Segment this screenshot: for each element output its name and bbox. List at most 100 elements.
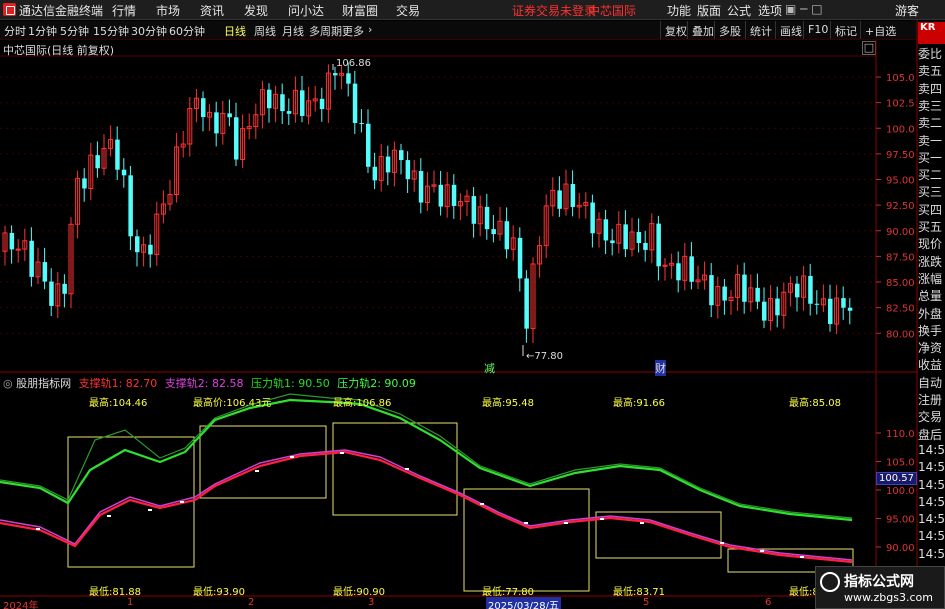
- price-tick-label: 102.5: [886, 99, 915, 110]
- indicator-tick-label: 105.0: [886, 458, 915, 469]
- sidebar-item: 14:56: [918, 477, 945, 492]
- candle-down: [709, 275, 714, 306]
- sidebar-item[interactable]: 自动: [918, 374, 945, 391]
- indicator-tick-label: 110.0: [886, 429, 915, 440]
- watermark-logo-icon: [820, 572, 840, 592]
- candle-down: [280, 94, 285, 112]
- signal-dot: [564, 522, 568, 524]
- price-tick-label: 100.0: [886, 124, 915, 135]
- candle-down: [689, 256, 694, 282]
- price-tick-label: 80.00: [886, 329, 915, 340]
- signal-dot: [800, 556, 804, 558]
- support-line-2-label: 支撑轨2: 82.58: [164, 377, 244, 390]
- signal-dot: [760, 550, 764, 552]
- candle-up: [15, 248, 21, 251]
- candle-down: [847, 307, 853, 311]
- watermark-title: 指标公式网: [844, 574, 914, 590]
- candle-down: [722, 286, 727, 301]
- date-label: 2: [248, 597, 255, 608]
- candle-down: [484, 206, 490, 230]
- candle-down: [517, 237, 523, 279]
- price-tick-label: 90.00: [886, 227, 915, 238]
- indicator-price-tag: 100.57: [876, 472, 917, 485]
- financial-report-mark[interactable]: 财: [655, 360, 666, 376]
- sidebar-item: 总量: [918, 289, 943, 304]
- candle-down: [795, 283, 800, 298]
- signal-dot: [180, 501, 184, 503]
- candle-down: [95, 155, 100, 169]
- sidebar-item[interactable]: 交易: [918, 408, 945, 425]
- signal-dot: [480, 503, 484, 505]
- box-high-label: 最高:85.08: [789, 398, 841, 409]
- signal-dot: [255, 470, 259, 472]
- candle-down: [762, 301, 767, 321]
- sidebar-item: 涨幅: [918, 271, 943, 286]
- indicator-name[interactable]: 股朋指标网: [16, 377, 71, 390]
- candle-down: [286, 111, 292, 114]
- sidebar-item: 卖一: [918, 133, 943, 148]
- sidebar-item: 14:56: [918, 529, 945, 544]
- candle-down: [333, 73, 338, 76]
- candle-down: [9, 232, 15, 250]
- indicator-tick-label: 90.00: [886, 543, 915, 554]
- signal-dot: [340, 452, 344, 454]
- candlestick-chart[interactable]: 105.0 102.5 100.0 97.50 95.00 92.50 90.00 87.50…: [0, 0, 945, 609]
- box-high-label: 最高:106.86: [333, 398, 392, 409]
- sidebar-item: 现价: [918, 237, 943, 252]
- date-cursor-label: 2025/03/28/五: [486, 597, 562, 609]
- candle-down: [775, 298, 780, 316]
- watermark: 指标公式网 www.zbgs3.com: [815, 566, 945, 609]
- candle-down: [808, 275, 813, 304]
- candle-down: [643, 243, 648, 250]
- pressure-line-1-label: 压力轨1: 90.50: [251, 377, 330, 390]
- support-line-1: [0, 450, 853, 564]
- candle-down: [676, 263, 681, 281]
- candle-down: [418, 171, 424, 203]
- sidebar-item: 14:56: [918, 494, 945, 509]
- candle-down: [557, 190, 562, 209]
- candle-down: [201, 98, 206, 118]
- candle-down: [49, 281, 54, 306]
- sidebar-item: 卖二: [918, 116, 943, 131]
- box-high-label: 最高:104.46: [89, 398, 148, 409]
- sidebar-item: 买二: [918, 168, 943, 183]
- sidebar-top-badge[interactable]: KR: [918, 22, 945, 44]
- candle-down: [372, 166, 378, 181]
- box-low-label: 最低:81.88: [89, 587, 141, 598]
- date-label: 3: [368, 597, 375, 608]
- candle-down: [491, 229, 496, 235]
- candle-down: [656, 223, 661, 267]
- box-low-label: 最低:93.90: [193, 587, 245, 598]
- candle-down: [814, 303, 820, 305]
- low-annotation: ←77.80: [526, 351, 564, 362]
- main-price-axis: 105.0 102.5 100.0 97.50 95.00 92.50 90.00 87.50…: [876, 73, 915, 340]
- candle-down: [82, 178, 87, 189]
- sidebar-item[interactable]: 注册: [918, 391, 945, 408]
- candle-down: [828, 298, 833, 325]
- signal-dot: [36, 528, 40, 530]
- indicator-menu-icon[interactable]: ◎: [3, 377, 13, 390]
- signal-dot: [640, 522, 644, 524]
- range-box: [332, 422, 458, 516]
- price-tick-label: 82.50: [886, 304, 915, 315]
- candle-down: [438, 184, 444, 207]
- trading-terminal: 通达信金融终端 行情 市场 资讯 发现 问小达 财富圈 交易 证券交易未登录 中…: [0, 0, 945, 609]
- sidebar-item: 卖五: [918, 64, 943, 79]
- box-high-label: 最高:91.66: [613, 398, 665, 409]
- candle-down: [29, 240, 34, 277]
- sidebar-item: 净资: [918, 341, 943, 356]
- candle-down: [346, 73, 351, 84]
- sidebar-item: 买四: [918, 202, 943, 217]
- indicator-legend: ◎ 股朋指标网 支撑轨1: 82.70 支撑轨2: 82.58 压力轨1: 90…: [3, 375, 416, 391]
- sidebar-item: 卖四: [918, 81, 943, 96]
- support-line-2: [0, 449, 853, 561]
- box-high-label: 最高价:106.43元: [193, 398, 272, 409]
- sidebar-item: 买一: [918, 150, 943, 165]
- indicator-lines: [0, 393, 853, 564]
- reduce-holding-mark[interactable]: 减: [484, 360, 495, 376]
- sidebar-item[interactable]: 盘后: [918, 426, 945, 443]
- box-low-label: 最低:90.90: [333, 587, 385, 598]
- candle-down: [319, 98, 325, 110]
- price-tick-label: 105.0: [886, 73, 915, 84]
- candle-down: [128, 175, 133, 237]
